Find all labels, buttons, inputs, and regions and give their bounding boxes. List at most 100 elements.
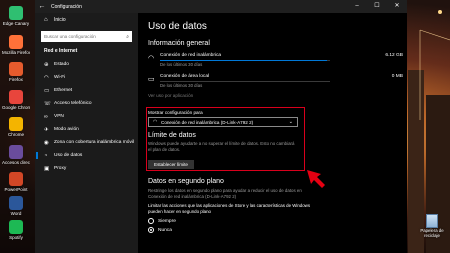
hotspot-icon: ◉	[44, 139, 49, 146]
wifi-icon: ◠	[44, 74, 49, 81]
app-icon	[9, 35, 23, 49]
title-bar: ← Configuración – ☐ ✕	[35, 0, 407, 13]
overview-heading: Información general	[148, 40, 210, 47]
desktop-shortcut[interactable]: Chrome	[2, 117, 30, 137]
connection-name: Conexión de red inalámbrica	[160, 53, 222, 58]
app-icon	[9, 62, 23, 76]
desktop-shortcut-label: Firefox	[9, 77, 23, 82]
connection-info: Conexión de área local De los últimos 30 …	[160, 74, 343, 88]
app-icon	[9, 145, 23, 159]
proxy-icon: ▣	[44, 165, 50, 172]
radio-button[interactable]	[148, 218, 154, 224]
sidebar-item-label: Ethernet	[54, 88, 73, 93]
recycle-bin-icon[interactable]: Papelera de reciclaje	[418, 214, 446, 238]
desktop-shortcut[interactable]: Word	[2, 196, 30, 216]
usage-bar	[160, 60, 330, 61]
dialup-icon: ☏	[44, 100, 51, 107]
store-limit-description: Limitar las acciones que las aplicacione…	[148, 203, 311, 214]
sidebar-item[interactable]: ⊕ Estado	[35, 58, 138, 71]
pointer-arrow-icon	[307, 170, 325, 188]
app-icon	[9, 172, 23, 186]
home-label: Inicio	[54, 17, 66, 23]
usage-bar	[160, 81, 330, 82]
desktop-shortcut[interactable]: Firefox	[2, 62, 30, 82]
window-title: Configuración	[51, 3, 82, 10]
sidebar-item-label: Wi-Fi	[54, 75, 66, 80]
wifi-icon: ◠	[148, 55, 155, 62]
app-icon	[9, 196, 23, 210]
search-icon[interactable]: ⌕	[126, 34, 129, 40]
sidebar-item-label: Estado	[54, 62, 69, 67]
desktop-shortcut-label: Accesos directos	[2, 160, 30, 165]
app-icon	[9, 6, 23, 20]
app-icon	[9, 90, 23, 104]
settings-search-box[interactable]: ⌕	[41, 31, 132, 42]
sidebar-item[interactable]: ◔ Uso de datos	[35, 149, 138, 162]
sidebar-item-label: Modo avión	[54, 127, 79, 132]
sidebar-item[interactable]: ✈ Modo avión	[35, 123, 138, 136]
usage-bar-fill	[160, 60, 327, 61]
background-data-heading: Datos en segundo plano	[148, 178, 224, 185]
connection-row: ◠ Conexión de red inalámbrica De los últim…	[148, 53, 403, 68]
desktop-shortcut[interactable]: Accesos directos	[2, 145, 30, 165]
usage-per-app-link[interactable]: Ver uso por aplicación	[148, 93, 403, 98]
sidebar-item[interactable]: ◠ Wi-Fi	[35, 71, 138, 84]
globe-icon: ⊕	[44, 61, 49, 68]
radio-button[interactable]	[148, 227, 154, 233]
desktop-shortcut-label: Word	[10, 211, 22, 216]
connection-period: De los últimos 30 días	[160, 83, 203, 88]
airplane-icon: ✈	[44, 126, 49, 133]
desktop-shortcut-label: Edge Canary	[2, 21, 30, 26]
desktop-shortcut[interactable]: Edge Canary	[2, 6, 30, 26]
desktop-shortcut-label: PowerPoint	[4, 187, 28, 192]
desktop-shortcut-label: Mozilla Firefox	[2, 50, 30, 55]
sidebar-item-label: Acceso telefónico	[54, 101, 92, 106]
nav-section-title: Red e Internet	[44, 48, 78, 54]
connection-period: De los últimos 30 días	[160, 62, 203, 67]
sidebar-item-label: Zona con cobertura inalámbrica móvil	[54, 140, 134, 145]
minimize-button[interactable]: –	[347, 0, 367, 13]
desktop-shortcut[interactable]: Spotify	[2, 220, 30, 240]
desktop-shortcut-label: Spotify	[9, 235, 23, 240]
close-button[interactable]: ✕	[387, 0, 407, 13]
sidebar-item[interactable]: ▭ Ethernet	[35, 84, 138, 97]
maximize-button[interactable]: ☐	[367, 0, 387, 13]
trash-icon	[426, 214, 438, 228]
desktop-shortcut[interactable]: Google Chrome	[2, 90, 30, 110]
background-data-description: Restringe los datos en segundo plano par…	[148, 188, 302, 199]
connection-usage-size: 6.12 GB	[385, 53, 403, 58]
radio-option[interactable]: Nunca	[148, 227, 318, 233]
data-usage-icon: ◔	[44, 152, 48, 159]
desktop-shortcut[interactable]: Mozilla Firefox	[2, 35, 30, 55]
connection-usage-size: 0 MB	[391, 74, 403, 79]
radio-label: Siempre	[158, 218, 176, 224]
settings-sidebar: ⌂ Inicio ⌕ Red e Internet ⊕ Estado ◠ Wi-Fi ▭…	[35, 13, 138, 253]
page-title: Uso de datos	[148, 21, 207, 32]
background-data-section: Datos en segundo plano Restringe los dat…	[148, 178, 318, 233]
sidebar-item[interactable]: ◉ Zona con cobertura inalámbrica móvil	[35, 136, 138, 149]
sidebar-item[interactable]: ☏ Acceso telefónico	[35, 97, 138, 110]
radio-option[interactable]: Siempre	[148, 218, 318, 224]
sidebar-item-label: VPN	[54, 114, 64, 119]
desktop-shortcut[interactable]: PowerPoint	[2, 172, 30, 192]
sidebar-item[interactable]: ∞ VPN	[35, 110, 138, 123]
desktop-shortcut-label: Google Chrome	[2, 105, 30, 110]
app-icon	[9, 220, 23, 234]
connection-name: Conexión de área local	[160, 74, 210, 79]
radio-label: Nunca	[158, 227, 172, 233]
ethernet-icon: ▭	[148, 76, 155, 83]
vpn-icon: ∞	[44, 113, 48, 120]
connection-info: Conexión de red inalámbrica De los último…	[160, 53, 343, 67]
home-nav-item[interactable]: ⌂ Inicio	[35, 13, 138, 27]
back-arrow-icon[interactable]: ←	[37, 3, 47, 10]
highlight-box	[146, 107, 305, 171]
recycle-bin-label: Papelera de reciclaje	[420, 228, 444, 238]
sidebar-item-label: Proxy	[54, 166, 67, 171]
home-icon: ⌂	[44, 17, 48, 23]
app-icon	[9, 117, 23, 131]
desktop-shortcut-label: Chrome	[7, 132, 24, 137]
search-input[interactable]	[44, 34, 127, 39]
sidebar-item-label: Uso de datos	[54, 153, 83, 158]
sidebar-item[interactable]: ▣ Proxy	[35, 162, 138, 175]
ethernet-icon: ▭	[44, 87, 50, 94]
